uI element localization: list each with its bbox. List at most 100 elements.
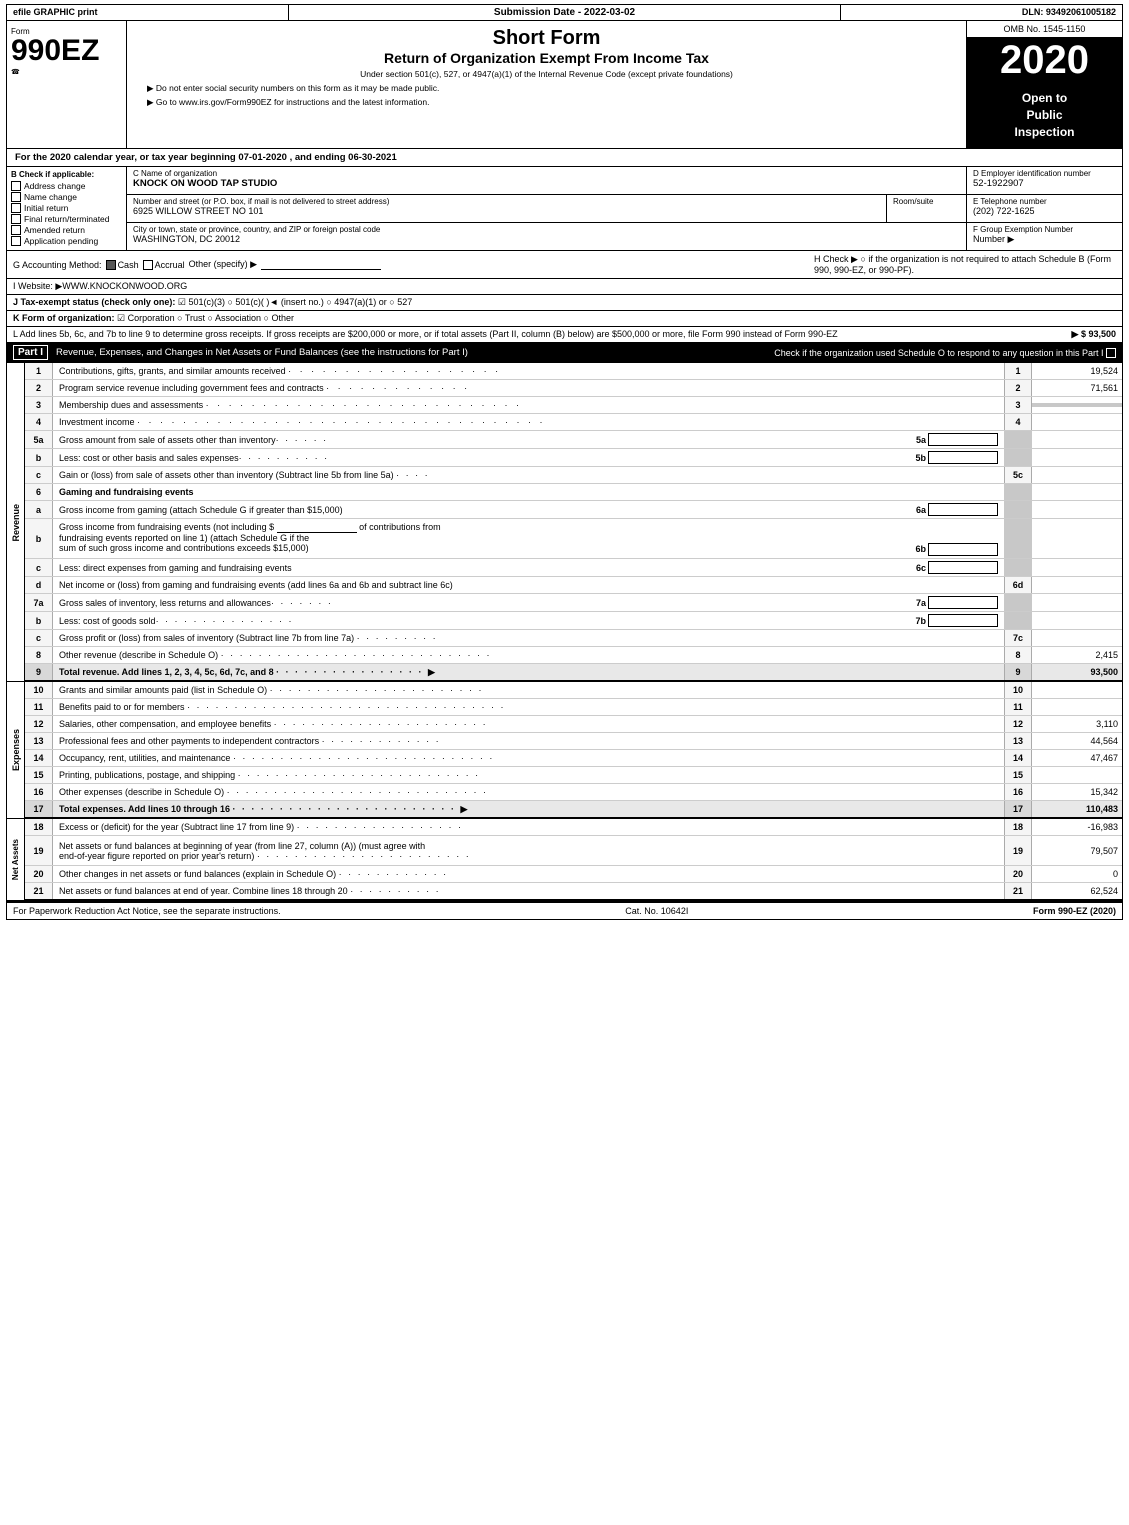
line-desc-6d: Net income or (loss) from gaming and fun… [53, 578, 1004, 592]
line-ref-6b-gray [1004, 519, 1032, 558]
line-num-10: 10 [25, 682, 53, 698]
line-ref-7a-gray [1004, 594, 1032, 611]
website-row: I Website: ▶WWW.KNOCKONWOOD.ORG [6, 279, 1123, 295]
efile-label: efile GRAPHIC print [7, 5, 289, 20]
line-num-7b: b [25, 612, 53, 629]
part-label: Part I [13, 345, 48, 360]
initial-return-row: Initial return [11, 203, 122, 213]
line-ref-12: 12 [1004, 716, 1032, 732]
f-arrow: ▶ [1008, 234, 1015, 244]
return-title: Return of Organization Exempt From Incom… [137, 50, 956, 66]
page: efile GRAPHIC print Submission Date - 20… [0, 0, 1129, 924]
open-line2: Public [1026, 107, 1062, 124]
line-ref-6c-gray [1004, 559, 1032, 576]
gross-receipts-row: L Add lines 5b, 6c, and 7b to line 9 to … [6, 327, 1123, 343]
line-num-8: 8 [25, 647, 53, 663]
cash-checkbox[interactable] [106, 260, 116, 270]
line-desc-18: Excess or (deficit) for the year (Subtra… [53, 820, 1004, 834]
line-desc-2: Program service revenue including govern… [53, 381, 1004, 395]
line-desc-7c: Gross profit or (loss) from sales of inv… [53, 631, 1004, 645]
line-desc-6a: Gross income from gaming (attach Schedul… [53, 501, 1004, 518]
line-val-20: 0 [1032, 867, 1122, 881]
line-ref-8: 8 [1004, 647, 1032, 663]
line-desc-7a: Gross sales of inventory, less returns a… [53, 594, 1004, 611]
line-ref-17: 17 [1004, 801, 1032, 817]
line-val-15 [1032, 773, 1122, 777]
line-desc-6c: Less: direct expenses from gaming and fu… [53, 559, 1004, 576]
sub-input-6c[interactable] [928, 561, 998, 574]
address-change-checkbox[interactable] [11, 181, 21, 191]
line-num-6d: d [25, 577, 53, 593]
l-value: ▶ $ 93,500 [1072, 329, 1116, 340]
address-change-row: Address change [11, 181, 122, 191]
org-city: WASHINGTON, DC 20012 [133, 234, 960, 244]
line-val-18: -16,983 [1032, 820, 1122, 834]
schedule-o-check-text: Check if the organization used Schedule … [774, 348, 1116, 359]
line-num-19: 19 [25, 836, 53, 865]
line-ref-5b-gray [1004, 449, 1032, 466]
line-ref-9: 9 [1004, 664, 1032, 680]
l-text: L Add lines 5b, 6c, and 7b to line 9 to … [13, 329, 838, 340]
submission-date: Submission Date - 2022-03-02 [289, 5, 841, 20]
line-num-3: 3 [25, 397, 53, 413]
part1-title: Revenue, Expenses, and Changes in Net As… [56, 347, 468, 358]
line-desc-11: Benefits paid to or for members · · · · … [53, 700, 1004, 714]
final-return-label: Final return/terminated [24, 214, 110, 224]
line-desc-17: Total expenses. Add lines 10 through 16 … [53, 802, 1004, 817]
sub-input-5a[interactable] [928, 433, 998, 446]
line-val-4 [1032, 420, 1122, 424]
line-desc-10: Grants and similar amounts paid (list in… [53, 683, 1004, 697]
initial-return-checkbox[interactable] [11, 203, 21, 213]
line-ref-4: 4 [1004, 414, 1032, 430]
initial-return-label: Initial return [24, 203, 68, 213]
line-ref-20: 20 [1004, 866, 1032, 882]
line-ref-7c: 7c [1004, 630, 1032, 646]
line-ref-16: 16 [1004, 784, 1032, 800]
under-section: Under section 501(c), 527, or 4947(a)(1)… [137, 69, 956, 79]
line-val-17: 110,483 [1032, 802, 1122, 816]
application-pending-checkbox[interactable] [11, 236, 21, 246]
address-change-label: Address change [24, 181, 85, 191]
line-desc-1: Contributions, gifts, grants, and simila… [53, 364, 1004, 378]
line-num-17: 17 [25, 801, 53, 817]
line-ref-11: 11 [1004, 699, 1032, 715]
line-val-7c [1032, 636, 1122, 640]
line-num-1: 1 [25, 363, 53, 379]
sub-input-7a[interactable] [928, 596, 998, 609]
f-label: F Group Exemption Number [973, 225, 1116, 234]
line-num-13: 13 [25, 733, 53, 749]
expenses-side-label: Expenses [11, 729, 21, 771]
sub-input-6a[interactable] [928, 503, 998, 516]
c-label: C Name of organization [133, 169, 960, 178]
amended-return-checkbox[interactable] [11, 225, 21, 235]
j-label: J Tax-exempt status (check only one): [13, 297, 175, 307]
room-label: Room/suite [893, 197, 960, 206]
accrual-checkbox[interactable] [143, 260, 153, 270]
line-num-6: 6 [25, 484, 53, 500]
line-val-5c [1032, 473, 1122, 477]
line-desc-21: Net assets or fund balances at end of ye… [53, 884, 1004, 898]
sub-input-6b[interactable] [928, 543, 998, 556]
line-desc-6: Gaming and fundraising events [53, 485, 1004, 499]
name-change-checkbox[interactable] [11, 192, 21, 202]
sub-input-7b[interactable] [928, 614, 998, 627]
line-num-5b: b [25, 449, 53, 466]
d-label: D Employer identification number [973, 169, 1116, 178]
k-label: K Form of organization: [13, 313, 115, 323]
line-val-1: 19,524 [1032, 364, 1122, 378]
line-desc-12: Salaries, other compensation, and employ… [53, 717, 1004, 731]
line-val-16: 15,342 [1032, 785, 1122, 799]
name-change-row: Name change [11, 192, 122, 202]
line-num-5c: c [25, 467, 53, 483]
h-text: ○ if the organization is not required to… [814, 254, 1111, 275]
cat-no: Cat. No. 10642I [625, 906, 688, 916]
schedule-o-checkbox[interactable] [1106, 348, 1116, 358]
line-num-9: 9 [25, 664, 53, 680]
final-return-checkbox[interactable] [11, 214, 21, 224]
amended-return-label: Amended return [24, 225, 85, 235]
tax-year-text: For the 2020 calendar year, or tax year … [15, 152, 397, 163]
sub-input-5b[interactable] [928, 451, 998, 464]
line-num-5a: 5a [25, 431, 53, 448]
address-label: Number and street (or P.O. box, if mail … [133, 197, 880, 206]
ein: 52-1922907 [973, 178, 1116, 189]
